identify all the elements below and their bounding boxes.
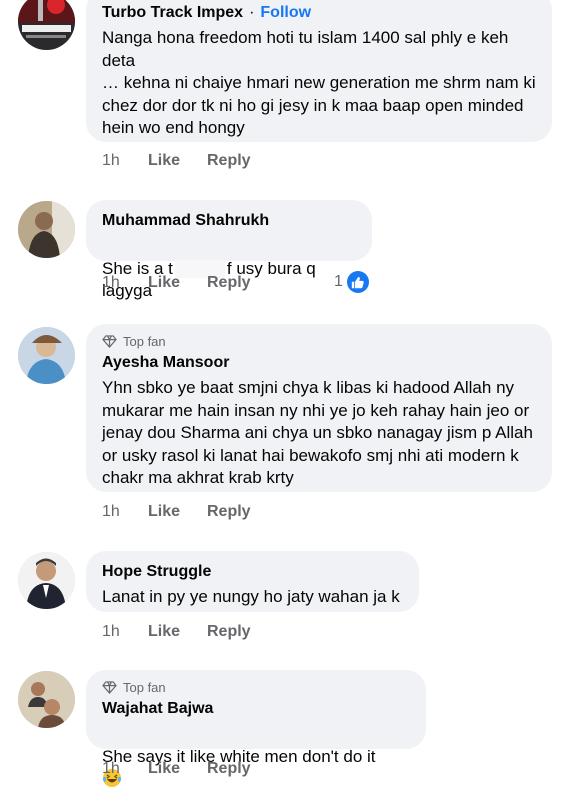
commenter-name[interactable]: Hope Struggle: [102, 563, 211, 581]
diamond-icon: [102, 334, 117, 348]
comment-text: Nanga hona freedom hoti tu islam 1400 sa…: [102, 28, 536, 137]
timestamp[interactable]: 1h: [102, 760, 148, 778]
timestamp[interactable]: 1h: [102, 274, 148, 292]
commenter-name[interactable]: Muhammad Shahrukh: [102, 212, 269, 230]
comment-actions: 1h Like Reply: [102, 758, 251, 780]
like-button[interactable]: Like: [148, 503, 207, 521]
comment-actions: 1h Like Reply: [102, 272, 251, 294]
avatar[interactable]: [18, 552, 75, 609]
avatar[interactable]: [18, 201, 75, 258]
reply-button[interactable]: Reply: [207, 503, 251, 521]
commenter-name[interactable]: Turbo Track Impex: [102, 4, 243, 22]
top-fan-badge: Top fan: [102, 333, 536, 349]
comment-bubble: Hope Struggle Lanat in py ye nungy ho ja…: [86, 551, 419, 612]
commenter-name[interactable]: Wajahat Bajwa: [102, 700, 213, 718]
comment-text: Yhn sbko ye baat smjni chya k libas ki h…: [102, 378, 533, 487]
like-button[interactable]: Like: [148, 760, 207, 778]
diamond-icon: [102, 680, 117, 694]
turbotrack-logo-icon: [18, 0, 75, 50]
comment-actions: 1h Like Reply: [102, 150, 251, 172]
reply-button[interactable]: Reply: [207, 152, 251, 170]
top-fan-badge: Top fan: [102, 679, 410, 695]
reaction-count: 1: [334, 273, 343, 290]
comment-bubble: Muhammad Shahrukh She is a tf usy bura q…: [86, 200, 372, 300]
timestamp[interactable]: 1h: [102, 503, 148, 521]
follow-button[interactable]: Follow: [260, 4, 311, 22]
profile-photo-icon: [18, 552, 75, 609]
like-button[interactable]: Like: [148, 152, 207, 170]
like-button[interactable]: Like: [148, 623, 207, 641]
avatar[interactable]: [18, 0, 75, 50]
reply-button[interactable]: Reply: [207, 274, 251, 292]
comment-actions: 1h Like Reply: [102, 621, 251, 643]
top-fan-label: Top fan: [123, 679, 166, 695]
timestamp[interactable]: 1h: [102, 152, 148, 170]
comment-actions: 1h Like Reply: [102, 501, 251, 523]
comment-bubble: Top fan Ayesha Mansoor Yhn sbko ye baat …: [86, 324, 552, 492]
reply-button[interactable]: Reply: [207, 760, 251, 778]
comment-bubble: Turbo Track Impex · Follow Nanga hona fr…: [86, 0, 552, 142]
avatar[interactable]: [18, 671, 75, 728]
avatar[interactable]: [18, 327, 75, 384]
reply-button[interactable]: Reply: [207, 623, 251, 641]
profile-photo-icon: [18, 671, 75, 728]
separator: ·: [249, 4, 255, 21]
comment-bubble: Top fan Wajahat Bajwa She says it like w…: [86, 670, 426, 787]
profile-photo-icon: [18, 327, 75, 384]
top-fan-label: Top fan: [123, 333, 166, 349]
comment-text: Lanat in py ye nungy ho jaty wahan ja k: [102, 587, 400, 606]
profile-photo-icon: [18, 201, 75, 258]
like-reaction-icon: [346, 271, 369, 293]
like-button[interactable]: Like: [148, 274, 207, 292]
reaction-summary[interactable]: 1: [334, 271, 369, 293]
commenter-name[interactable]: Ayesha Mansoor: [102, 354, 229, 372]
timestamp[interactable]: 1h: [102, 623, 148, 641]
